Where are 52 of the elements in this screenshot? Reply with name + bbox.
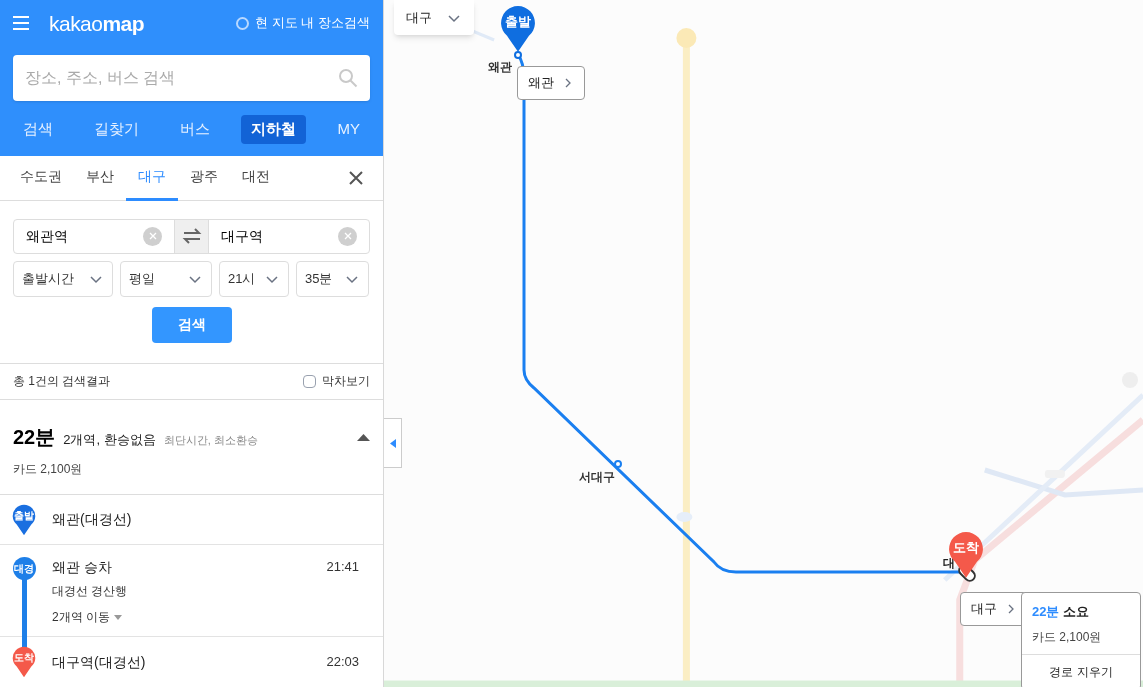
collapse-toggle[interactable] — [357, 432, 370, 442]
step-name: 왜관(대경선) — [52, 510, 132, 529]
stops-toggle[interactable]: 2개역 이동 — [52, 608, 122, 626]
pin-label: 도착 — [14, 653, 34, 664]
select-dropdown[interactable]: 35분 — [296, 260, 369, 297]
station-label: 왜관 — [488, 59, 512, 76]
nav-tab[interactable]: 지하철 — [241, 115, 307, 144]
line-badge: 대경 — [12, 557, 36, 580]
select-dropdown[interactable]: 평일 — [120, 260, 212, 297]
station-callout[interactable]: 왜관 — [517, 66, 585, 100]
result-count: 총 1건의 검색결과 — [13, 373, 111, 391]
select-dropdown[interactable]: 21시 — [219, 260, 289, 297]
route-fare: 카드 2,100원 — [13, 461, 84, 478]
caret-icon — [114, 613, 122, 621]
origin-field[interactable]: 왜관역 — [26, 225, 135, 247]
select-dropdown[interactable]: 출발시간 — [13, 260, 113, 297]
step-name: 대구역(대경선) — [52, 652, 146, 672]
caret-up-icon — [357, 432, 370, 442]
route-summary: 2개역, 환승없음 — [63, 431, 156, 449]
region-tab[interactable]: 광주 — [178, 156, 230, 201]
station-label: 서대구 — [579, 469, 615, 486]
popup-fare: 카드 2,100원 — [1032, 628, 1103, 646]
close-icon — [342, 231, 353, 242]
destination-field[interactable]: 대구역 — [221, 225, 330, 247]
close-icon[interactable] — [349, 170, 363, 185]
close-icon — [147, 231, 158, 242]
step-detail: 대경선 경산행 — [52, 583, 129, 600]
panel-collapse-handle[interactable] — [384, 418, 402, 468]
search-box[interactable]: 장소, 주소, 버스 검색 — [13, 55, 370, 101]
swap-button[interactable] — [174, 219, 209, 253]
checkbox[interactable] — [303, 374, 316, 388]
pin-label: 출발 — [505, 15, 531, 28]
search-icon — [338, 68, 358, 88]
region-tab[interactable]: 부산 — [74, 156, 126, 201]
search-field[interactable]: 장소, 주소, 버스 검색 — [25, 66, 338, 90]
route-tags: 최단시간, 최소환승 — [163, 432, 258, 449]
step-time: 22:03 — [326, 652, 359, 671]
clear-route-button[interactable]: 경로 지우기 — [1022, 654, 1140, 687]
caret-left-icon — [389, 438, 396, 448]
region-tab[interactable]: 대전 — [230, 156, 282, 201]
region-tab[interactable]: 수도권 — [8, 156, 74, 201]
region-select[interactable]: 대구 — [394, 0, 474, 35]
swap-icon — [181, 228, 202, 245]
route-duration: 22분 — [13, 425, 56, 450]
last-train-label[interactable]: 막차보기 — [322, 372, 370, 391]
step-name: 왜관 승차 — [52, 558, 112, 577]
menu-icon[interactable] — [13, 16, 29, 30]
pin-label: 출발 — [14, 510, 34, 521]
popup-duration: 22분 소요 — [1032, 603, 1091, 621]
pin-label: 도착 — [953, 541, 979, 554]
step-time: 21:41 — [326, 558, 359, 576]
station-label: 대 — [943, 555, 955, 572]
